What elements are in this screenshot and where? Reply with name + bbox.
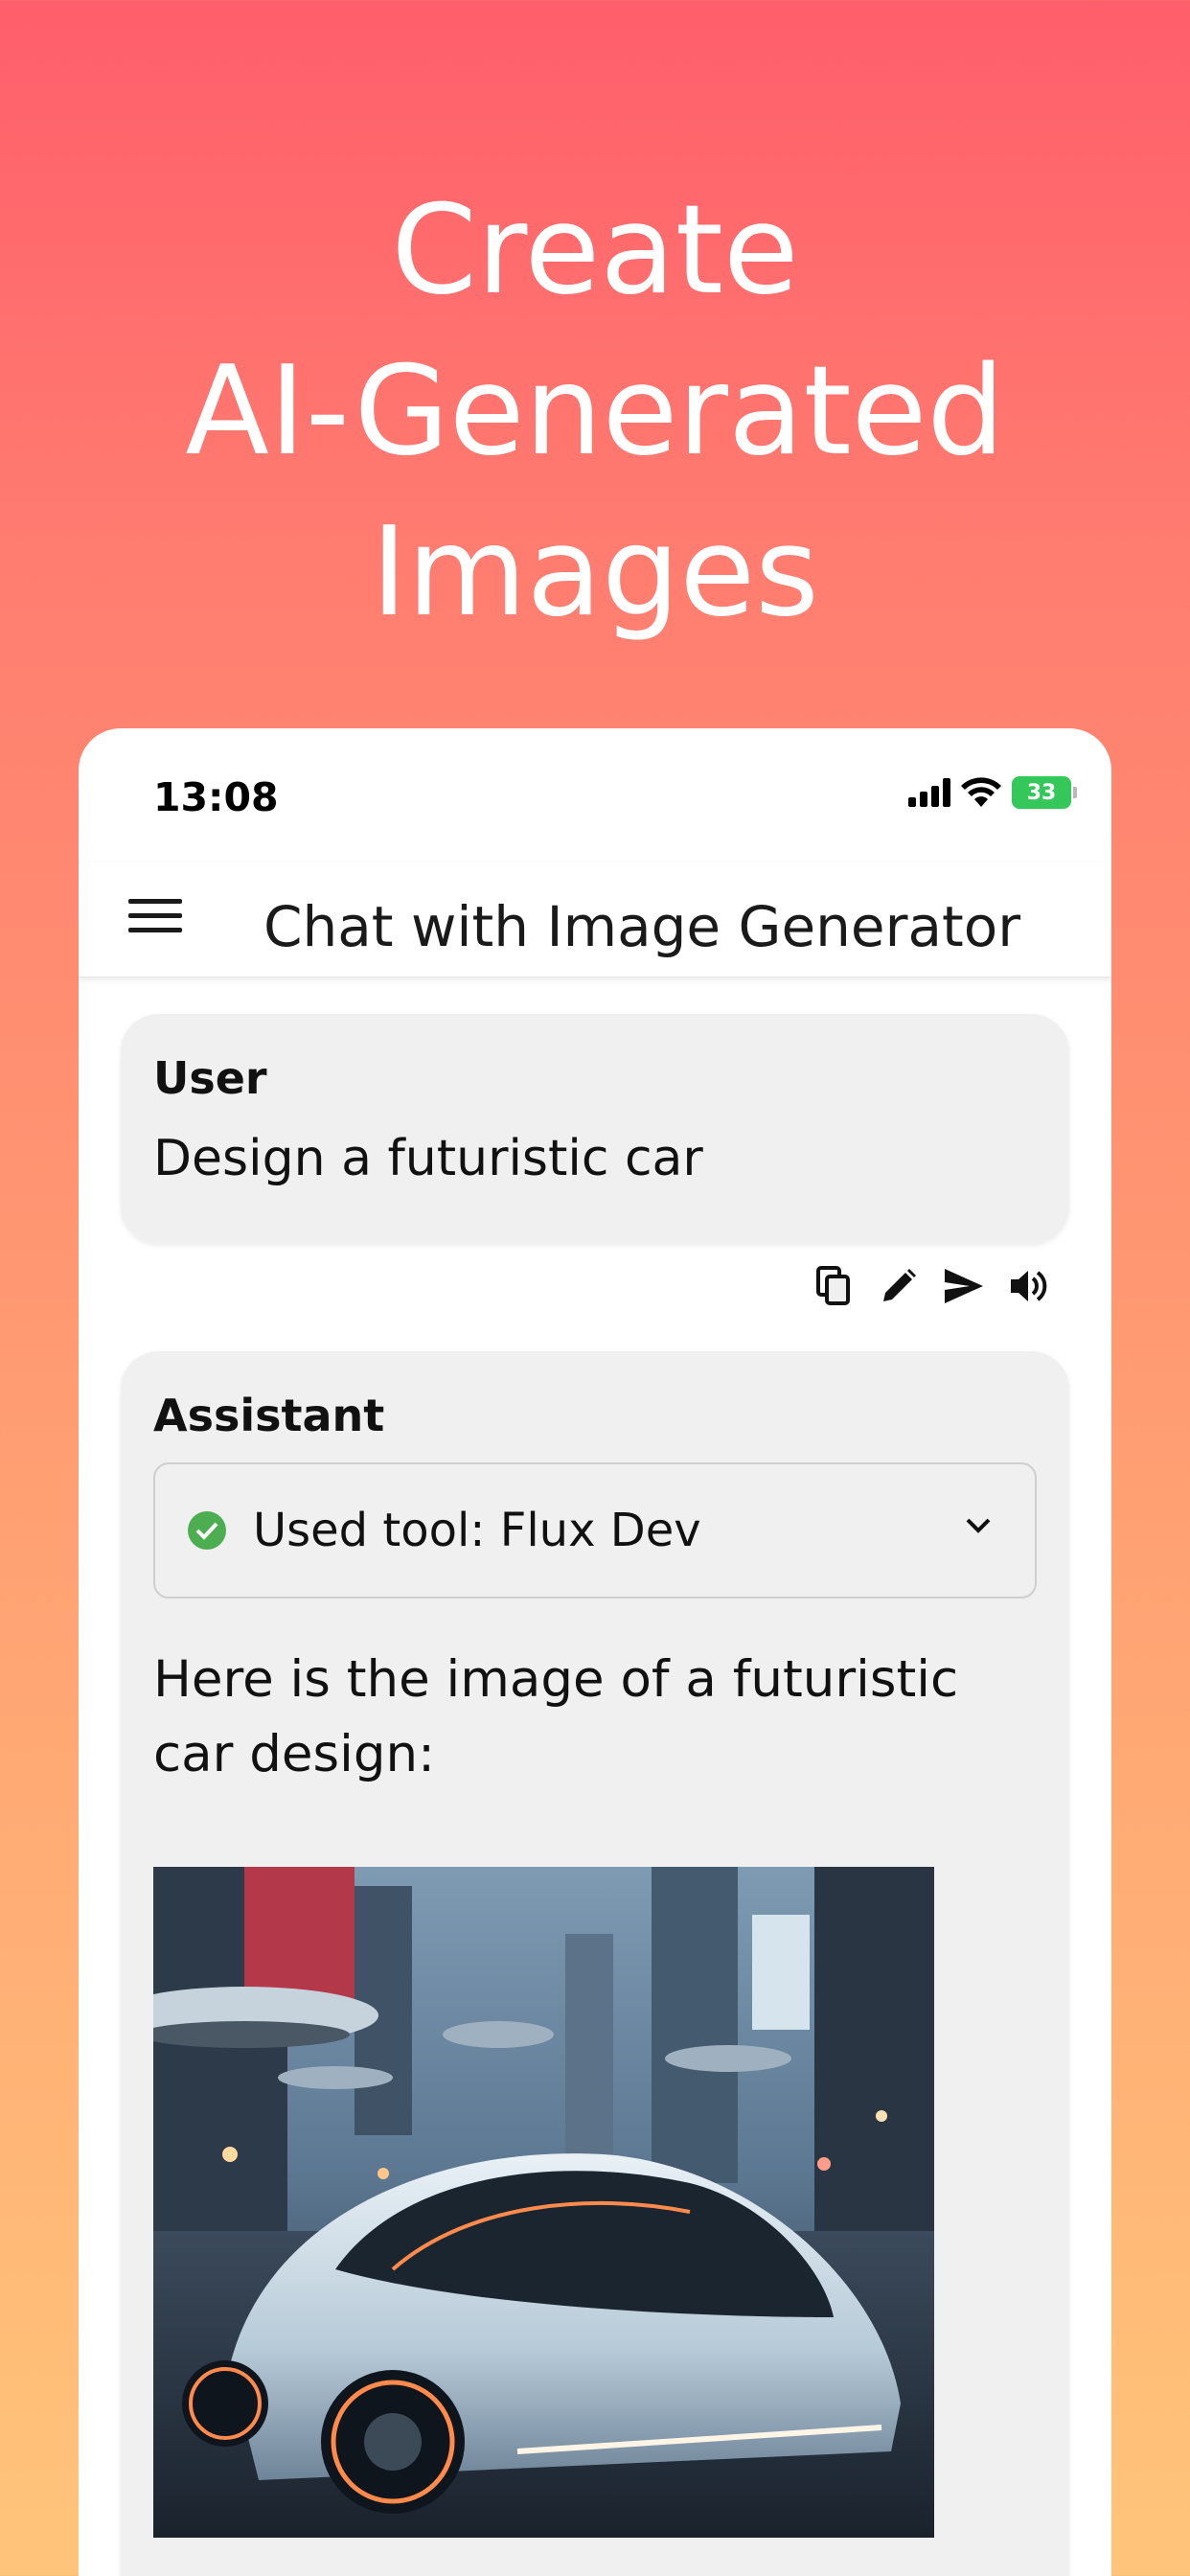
assistant-message-text: Here is the image of a futuristic car de… xyxy=(153,1650,959,1783)
headline-line-2: AI-Generated xyxy=(185,340,1005,483)
check-circle-icon xyxy=(188,1511,226,1550)
send-icon[interactable] xyxy=(941,1263,987,1309)
user-message: User Design a futuristic car xyxy=(121,1014,1069,1244)
user-role-label: User xyxy=(153,1052,267,1104)
hamburger-icon[interactable] xyxy=(128,899,182,941)
tool-label: Used tool: Flux Dev xyxy=(253,1504,701,1557)
battery-icon: 33 xyxy=(1012,776,1077,809)
pencil-icon[interactable] xyxy=(876,1263,922,1309)
app-title: Chat with Image Generator xyxy=(263,894,1021,959)
headline-line-1: Create xyxy=(391,179,799,322)
generated-image[interactable] xyxy=(153,1867,934,2538)
phone-screen: 13:08 33 Chat with Image Generator User … xyxy=(79,728,1111,2576)
status-time: 13:08 xyxy=(153,774,279,820)
tool-usage-dropdown[interactable]: Used tool: Flux Dev xyxy=(153,1462,1037,1598)
speaker-icon[interactable] xyxy=(1006,1263,1052,1309)
status-icons: 33 xyxy=(908,776,1077,809)
assistant-role-label: Assistant xyxy=(153,1390,385,1441)
message-actions xyxy=(121,1263,1069,1311)
wifi-icon xyxy=(961,777,1001,807)
chevron-down-icon xyxy=(966,1518,991,1533)
battery-level: 33 xyxy=(1026,780,1057,805)
chat-content: User Design a futuristic car Assistant U… xyxy=(79,1014,1111,2576)
copy-icon[interactable] xyxy=(811,1263,857,1309)
signal-icon xyxy=(908,778,950,807)
headline: Create AI-Generated Images xyxy=(0,171,1190,654)
status-bar: 13:08 33 xyxy=(79,728,1111,862)
user-message-text: Design a futuristic car xyxy=(153,1130,703,1187)
headline-line-3: Images xyxy=(371,501,819,644)
app-bar: Chat with Image Generator xyxy=(79,862,1111,978)
assistant-message: Assistant Used tool: Flux Dev Here is th… xyxy=(121,1351,1069,2576)
